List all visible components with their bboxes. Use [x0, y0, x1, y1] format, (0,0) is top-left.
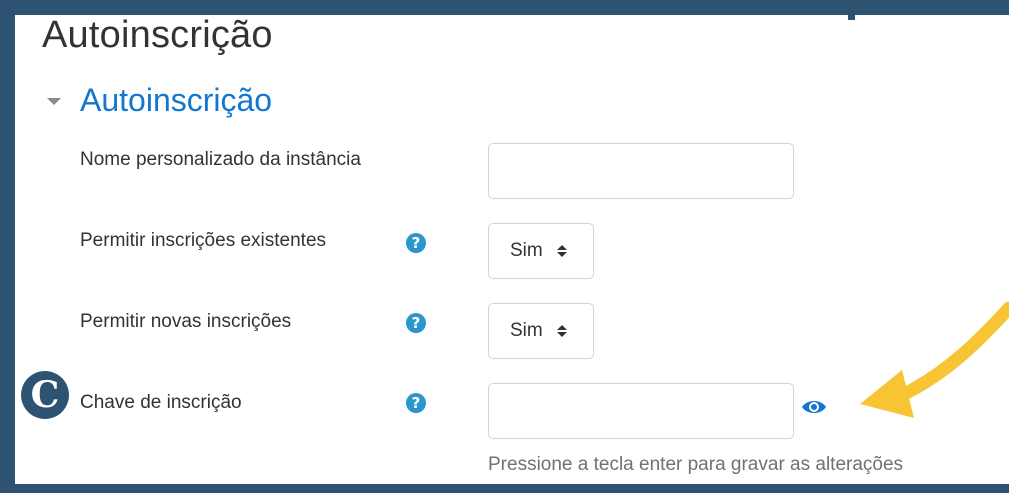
- enrolment-key-input[interactable]: [488, 383, 794, 439]
- frame-bottom-border: [0, 484, 1009, 493]
- question-circle-icon[interactable]: ?: [406, 233, 426, 253]
- frame-top-border: [0, 0, 1009, 15]
- yellow-arrow-icon: [860, 301, 1009, 418]
- allow-existing-label: Permitir inscrições existentes: [80, 230, 327, 251]
- enrolment-key-label: Chave de inscrição: [80, 392, 242, 413]
- instance-name-input[interactable]: [488, 143, 794, 199]
- select-arrows-icon: [556, 245, 567, 257]
- instance-name-label: Nome personalizado da instância: [80, 149, 361, 170]
- allow-new-value: Sim: [510, 320, 543, 341]
- frame-left-border: [0, 0, 15, 493]
- c-badge-icon: C: [21, 371, 69, 419]
- allow-existing-value: Sim: [510, 240, 543, 261]
- section-header[interactable]: Autoinscrição: [47, 82, 272, 119]
- allow-new-select[interactable]: Sim: [488, 303, 594, 359]
- page-title: Autoinscrição: [42, 14, 273, 56]
- allow-existing-select[interactable]: Sim: [488, 223, 594, 279]
- allow-new-label: Permitir novas inscrições: [80, 311, 292, 332]
- enrolment-key-hint: Pressione a tecla enter para gravar as a…: [488, 454, 904, 475]
- section-title[interactable]: Autoinscrição: [80, 82, 272, 119]
- select-arrows-icon: [556, 325, 567, 337]
- eye-icon[interactable]: [801, 397, 827, 417]
- question-circle-icon[interactable]: ?: [406, 393, 426, 413]
- caret-down-icon[interactable]: [47, 98, 61, 105]
- frame-notch: [848, 0, 855, 20]
- question-circle-icon[interactable]: ?: [406, 313, 426, 333]
